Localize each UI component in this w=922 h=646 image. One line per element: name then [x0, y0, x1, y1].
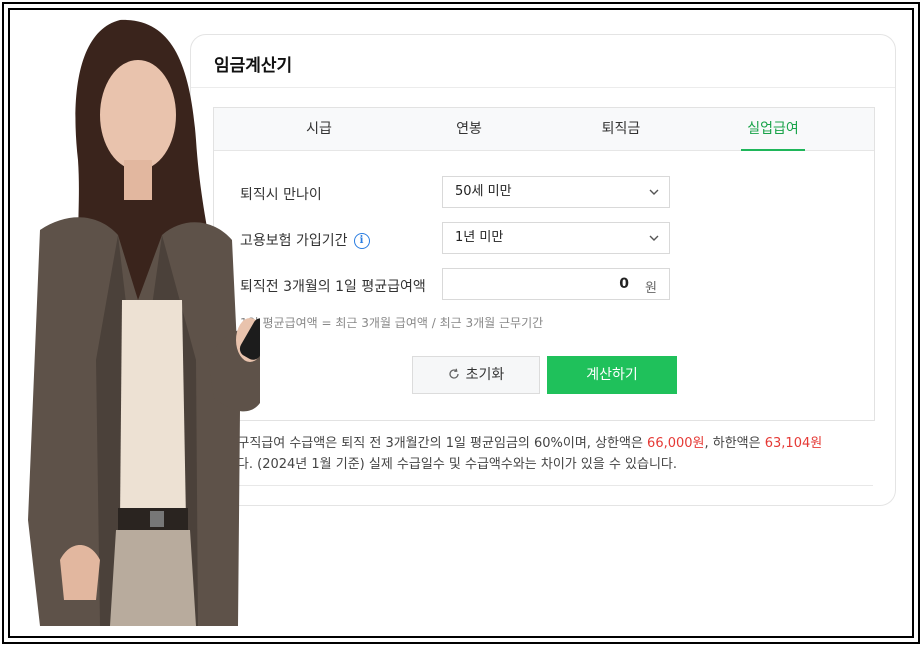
tab-annual[interactable]: 연봉: [424, 108, 514, 150]
notice-part2: , 하한액은: [704, 436, 765, 451]
tab-severance[interactable]: 퇴직금: [576, 108, 666, 150]
wage-amount-input[interactable]: [477, 275, 631, 293]
calculator-panel: 시급 연봉 퇴직금 실업급여 퇴직시 만나이 50세 미만 고용보험 가입기간 i…: [213, 107, 875, 421]
reset-label: 초기화: [465, 367, 505, 383]
wage-calculator-card: 임금계산기 시급 연봉 퇴직금 실업급여 퇴직시 만나이 50세 미만 고용보험…: [190, 34, 896, 506]
woman-illustration: [28, 19, 260, 626]
tab-bar: 시급 연봉 퇴직금 실업급여: [214, 108, 874, 151]
wage-label: 퇴직전 3개월의 1일 평균급여액: [240, 279, 426, 295]
divider: [213, 485, 873, 486]
notice-part1: 1일 구직급여 수급액은 퇴직 전 3개월간의 1일 평균임금의 60%이며, …: [213, 436, 648, 451]
chevron-down-icon: [649, 189, 659, 195]
chevron-down-icon: [649, 235, 659, 241]
info-icon[interactable]: i: [353, 233, 370, 249]
tab-hourly[interactable]: 시급: [274, 108, 364, 150]
age-select-value: 50세 미만: [455, 184, 512, 199]
insurance-select-value: 1년 미만: [455, 230, 504, 245]
currency-unit: 원: [645, 281, 657, 296]
formula-hint: 1일 평균급여액 = 최근 3개월 급여액 / 최근 3개월 근무기간: [240, 316, 544, 330]
upper-limit: 66,000원: [647, 436, 705, 451]
refresh-icon: [449, 368, 459, 379]
notice-part3: 입니다. (2024년 1월 기준) 실제 수급일수 및 수급액수와는 차이가 …: [213, 457, 678, 472]
divider: [191, 87, 895, 88]
lower-limit: 63,104원: [764, 436, 823, 451]
wage-amount-field: 원: [442, 268, 670, 300]
tab-unemployment[interactable]: 실업급여: [741, 108, 805, 151]
age-select[interactable]: 50세 미만: [442, 176, 670, 208]
notice-text: 1일 구직급여 수급액은 퇴직 전 3개월간의 1일 평균임금의 60%이며, …: [213, 433, 883, 475]
insurance-period-select[interactable]: 1년 미만: [442, 222, 670, 254]
calculate-button[interactable]: 계산하기: [547, 356, 677, 394]
reset-button[interactable]: 초기화: [412, 356, 540, 394]
